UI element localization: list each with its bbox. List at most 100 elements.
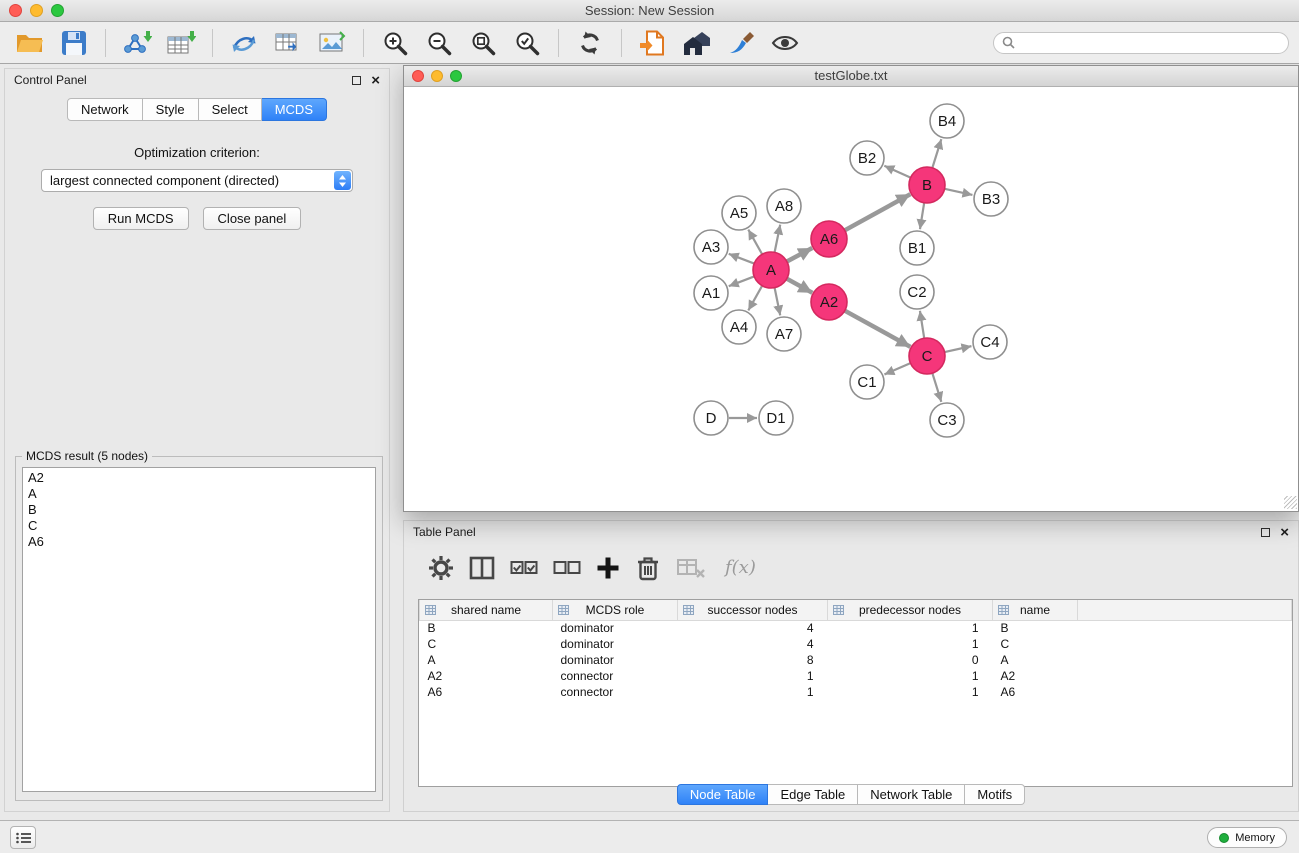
graph-edge-A-A4[interactable] [748,286,762,311]
graph-edge-B-B2[interactable] [884,166,910,178]
network-graph[interactable]: B4B2BB3A5A8A6A3B1AA1C2A2A4A7C4CC1C3DD1 [404,87,1298,510]
tab-select[interactable]: Select [199,98,262,121]
tab-node-table[interactable]: Node Table [677,784,769,805]
cell-MCDS-role[interactable]: connector [553,684,678,700]
graph-node-B2[interactable]: B2 [850,141,884,175]
cell-successor-nodes[interactable]: 4 [678,636,828,652]
session-snapshot-button[interactable] [633,26,673,60]
cell-predecessor-nodes[interactable]: 1 [828,684,993,700]
open-session-button[interactable] [10,26,50,60]
zoom-in-button[interactable] [375,26,415,60]
cell-shared-name[interactable]: A6 [420,684,553,700]
close-window-button[interactable] [9,4,22,17]
cell-name[interactable]: A6 [993,684,1078,700]
network-minimize-button[interactable] [431,70,443,82]
home-view-button[interactable] [677,26,717,60]
save-session-button[interactable] [54,26,94,60]
search-input[interactable] [1020,36,1280,50]
cell-MCDS-role[interactable]: dominator [553,636,678,652]
cell-shared-name[interactable]: A2 [420,668,553,684]
tab-style[interactable]: Style [143,98,199,121]
graph-node-A1[interactable]: A1 [694,276,728,310]
cell-shared-name[interactable]: A [420,652,553,668]
criterion-dropdown[interactable]: largest connected component (directed) [41,169,353,192]
cell-successor-nodes[interactable]: 1 [678,668,828,684]
graph-node-A4[interactable]: A4 [722,310,756,344]
graph-edge-C-C3[interactable] [932,373,941,402]
zoom-window-button[interactable] [51,4,64,17]
close-panel-button[interactable]: Close panel [203,207,302,230]
graph-edge-B-B3[interactable] [945,189,973,195]
graph-edge-A-A7[interactable] [775,288,781,316]
run-mcds-button[interactable]: Run MCDS [93,207,189,230]
cell-name[interactable]: C [993,636,1078,652]
toggle-visibility-button[interactable] [765,26,805,60]
cell-successor-nodes[interactable]: 8 [678,652,828,668]
graph-edge-A-A5[interactable] [748,230,762,255]
graph-edge-C-C1[interactable] [884,363,910,374]
graph-node-C[interactable]: C [909,338,945,374]
column-header-predecessor-nodes[interactable]: predecessor nodes [828,600,993,620]
cell-MCDS-role[interactable]: connector [553,668,678,684]
graph-node-C4[interactable]: C4 [973,325,1007,359]
tab-motifs[interactable]: Motifs [965,784,1025,805]
tab-network[interactable]: Network [67,98,143,121]
deselect-all-columns-button[interactable] [553,558,581,578]
delete-column-button[interactable] [635,555,661,581]
graph-node-B3[interactable]: B3 [974,182,1008,216]
export-table-button[interactable] [268,26,308,60]
network-close-button[interactable] [412,70,424,82]
task-history-button[interactable] [10,826,36,849]
table-row[interactable]: Cdominator41C [420,636,1292,652]
cell-shared-name[interactable]: B [420,620,553,636]
float-table-panel-icon[interactable] [1261,528,1270,537]
tab-mcds[interactable]: MCDS [262,98,327,121]
graph-edge-A-A1[interactable] [729,276,754,286]
cell-name[interactable]: A2 [993,668,1078,684]
import-table-button[interactable] [161,26,201,60]
table-row[interactable]: A6connector11A6 [420,684,1292,700]
cell-name[interactable]: A [993,652,1078,668]
graph-edge-A-A3[interactable] [729,254,754,264]
graph-node-A[interactable]: A [753,252,789,288]
show-columns-button[interactable] [469,555,495,581]
graph-node-B4[interactable]: B4 [930,104,964,138]
column-header-name[interactable]: name [993,600,1078,620]
graph-edge-A-A2[interactable] [787,279,813,293]
graph-node-A8[interactable]: A8 [767,189,801,223]
result-item[interactable]: A2 [28,470,370,486]
delete-table-button[interactable] [676,556,706,580]
clone-network-button[interactable] [224,26,264,60]
result-item[interactable]: A6 [28,534,370,550]
graph-edge-B-B4[interactable] [932,139,941,168]
minimize-window-button[interactable] [30,4,43,17]
function-builder-button[interactable]: f(x) [721,557,756,578]
close-table-panel-icon[interactable]: × [1280,525,1289,540]
cell-predecessor-nodes[interactable]: 1 [828,668,993,684]
graph-node-A6[interactable]: A6 [811,221,847,257]
graph-node-D1[interactable]: D1 [759,401,793,435]
network-zoom-button[interactable] [450,70,462,82]
graph-node-B1[interactable]: B1 [900,231,934,265]
graph-node-B[interactable]: B [909,167,945,203]
graph-node-A7[interactable]: A7 [767,317,801,351]
zoom-out-button[interactable] [419,26,459,60]
graph-edge-B-B1[interactable] [920,203,924,229]
apply-style-button[interactable] [721,26,761,60]
select-all-columns-button[interactable] [510,558,538,578]
cell-predecessor-nodes[interactable]: 1 [828,620,993,636]
graph-node-C2[interactable]: C2 [900,275,934,309]
search-box[interactable] [993,32,1289,54]
table-row[interactable]: Adominator80A [420,652,1292,668]
column-header-mcds-role[interactable]: MCDS role [553,600,678,620]
graph-edge-C-C2[interactable] [920,311,924,338]
import-network-button[interactable] [117,26,157,60]
graph-edge-A-A8[interactable] [775,225,781,253]
cell-MCDS-role[interactable]: dominator [553,620,678,636]
export-image-button[interactable] [312,26,352,60]
float-panel-icon[interactable] [352,76,361,85]
network-canvas[interactable]: B4B2BB3A5A8A6A3B1AA1C2A2A4A7C4CC1C3DD1 [404,87,1298,510]
graph-node-A3[interactable]: A3 [694,230,728,264]
zoom-fit-button[interactable] [463,26,503,60]
graph-node-C1[interactable]: C1 [850,365,884,399]
